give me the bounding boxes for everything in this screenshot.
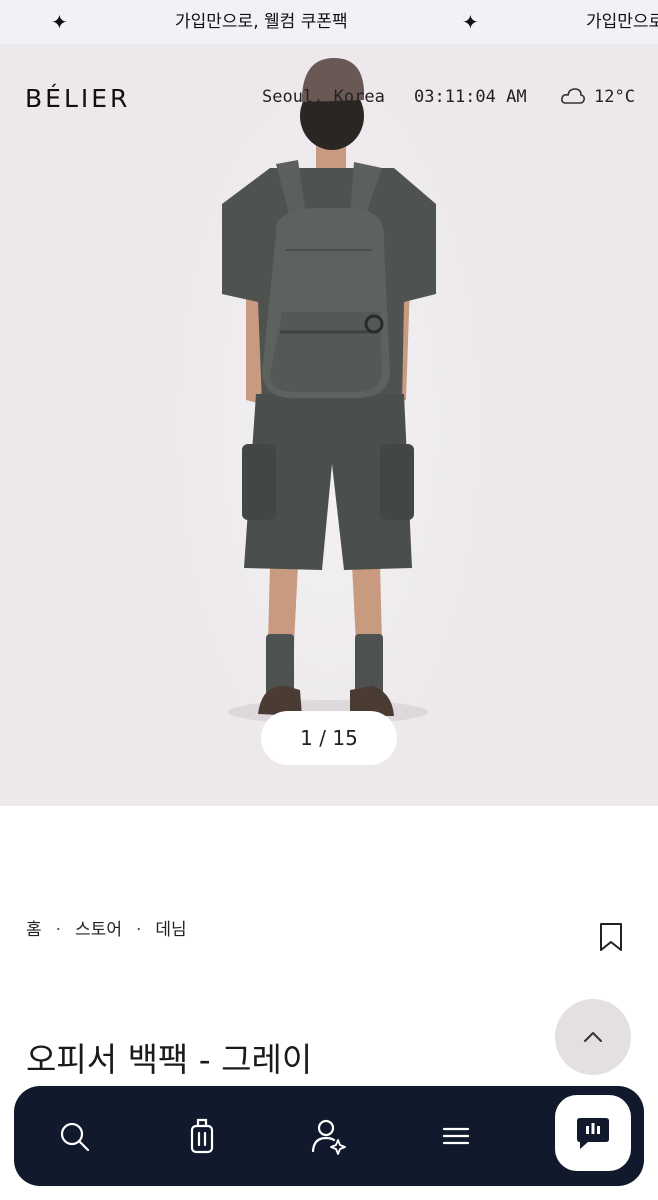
bottom-nav xyxy=(14,1086,644,1186)
promo-text: 가입만으로, 웰컴 쿠폰팩 xyxy=(175,12,348,32)
breadcrumb-separator: · xyxy=(55,920,62,940)
bookmark-icon[interactable] xyxy=(599,922,623,952)
chat-icon xyxy=(577,1118,609,1149)
scroll-to-top-button[interactable] xyxy=(555,999,631,1075)
menu-icon[interactable] xyxy=(434,1114,478,1158)
breadcrumb-home[interactable]: 홈 xyxy=(26,918,42,942)
clock-text: 03:11:04 AM xyxy=(414,87,527,107)
chat-button[interactable] xyxy=(555,1095,631,1171)
search-icon[interactable] xyxy=(52,1114,96,1158)
luggage-icon[interactable] xyxy=(180,1114,224,1158)
location-text: Seoul, Korea xyxy=(262,87,385,107)
user-sparkle-icon[interactable] xyxy=(306,1114,350,1158)
temperature-text: 12°C xyxy=(594,87,635,107)
breadcrumb-separator: · xyxy=(135,920,142,940)
promo-banner[interactable]: ✦ 가입만으로, 웰컴 쿠폰팩 ✦ 가입만으로, xyxy=(0,0,658,44)
sparkle-icon: ✦ xyxy=(51,10,68,34)
cloud-icon xyxy=(561,88,585,104)
promo-text: 가입만으로, xyxy=(586,12,658,32)
brand-logo[interactable]: BÉLIER xyxy=(25,86,130,112)
product-title: 오피서 백팩 - 그레이 xyxy=(26,1040,313,1079)
breadcrumb: 홈 · 스토어 · 데님 xyxy=(26,918,187,942)
breadcrumb-store[interactable]: 스토어 xyxy=(75,918,122,942)
promo-banner-track: ✦ 가입만으로, 웰컴 쿠폰팩 ✦ 가입만으로, xyxy=(0,0,658,44)
gallery-counter: 1 / 15 xyxy=(261,711,397,765)
chevron-up-icon xyxy=(584,1032,602,1042)
breadcrumb-denim[interactable]: 데님 xyxy=(155,918,186,942)
product-gallery[interactable]: BÉLIER Seoul, Korea 03:11:04 AM 12°C 1 /… xyxy=(0,44,658,806)
product-image xyxy=(222,58,436,724)
sparkle-icon: ✦ xyxy=(462,10,479,34)
